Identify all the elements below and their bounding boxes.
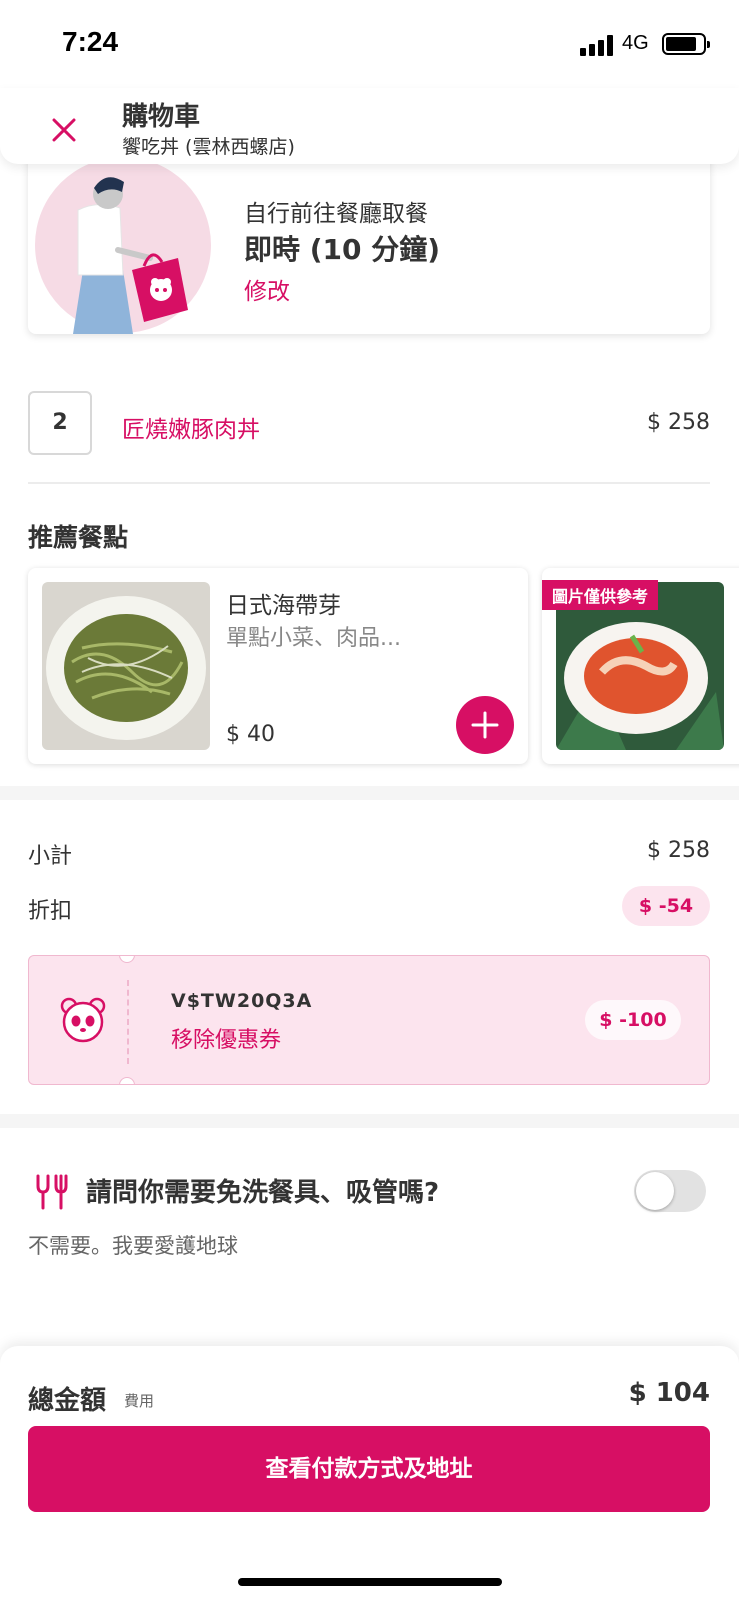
header: 購物車 饗吃丼 (雲林西螺店) [0,88,739,164]
fee-link[interactable]: 費用 [124,1390,154,1411]
recommended-item-description: 單點小菜、肉品... [226,626,401,651]
pickup-card: 自行前往餐廳取餐 即時 (10 分鐘) 修改 [28,150,710,334]
total-value: $ 104 [628,1378,710,1408]
panda-icon [60,997,106,1043]
discount-badge: $ -54 [622,886,710,926]
pickup-illustration [35,157,211,334]
cutlery-question: 請問你需要免洗餐具、吸管嗎? [86,1178,440,1208]
page-title: 購物車 [122,102,201,132]
cutlery-toggle[interactable] [634,1170,706,1212]
recommended-item-name: 日式海帶芽 [226,593,341,619]
discount-label: 折扣 [28,899,73,924]
voucher-card: V$TW20Q3A 移除優惠券 $ -100 [28,955,710,1085]
divider [28,482,710,484]
ticket-perforation [127,980,129,1064]
battery-icon [662,33,710,55]
checkout-button[interactable]: 查看付款方式及地址 [28,1426,710,1512]
add-item-button[interactable] [456,696,514,754]
close-button[interactable] [40,108,88,152]
voucher-amount: $ -100 [599,1009,667,1031]
plus-icon [471,711,499,739]
subtotal-label: 小計 [28,844,73,869]
cutlery-answer: 不需要。我要愛護地球 [28,1234,238,1258]
cart-item-name[interactable]: 匠燒嫩豚肉丼 [122,410,260,444]
cart-item-price: $ 258 [647,410,710,435]
cutlery-icon [36,1174,68,1210]
total-label: 總金額 [28,1386,107,1416]
reference-tag: 圖片僅供參考 [542,580,659,610]
edit-pickup-link[interactable]: 修改 [244,272,290,306]
signal-icon [580,32,616,56]
recommended-title: 推薦餐點 [28,523,129,552]
recommended-item-price: $ 40 [226,722,275,747]
subtotal-value: $ 258 [647,838,710,863]
remove-voucher-link[interactable]: 移除優惠券 [171,1022,281,1054]
home-indicator[interactable] [238,1578,502,1586]
quantity-selector[interactable]: 2 [28,391,92,455]
section-divider [0,1114,739,1128]
food-image [42,582,210,750]
status-bar: 7:24 4G [0,0,739,88]
restaurant-name: 饗吃丼 (雲林西螺店) [122,136,295,158]
status-time: 7:24 [62,26,119,57]
pickup-time: 即時 (10 分鐘) [244,233,441,266]
ticket-notch [119,956,135,963]
ticket-notch [119,1077,135,1084]
toggle-knob [636,1172,674,1210]
checkout-footer: 總金額 費用 $ 104 查看付款方式及地址 [0,1346,739,1600]
section-divider [0,786,739,800]
close-icon [52,118,76,142]
voucher-code: V$TW20Q3A [171,990,313,1012]
network-label: 4G [622,32,649,54]
pickup-label: 自行前往餐廳取餐 [244,201,428,227]
recommended-item-card[interactable]: 圖片僅供參考 [542,568,739,764]
recommended-item-card[interactable]: 日式海帶芽 單點小菜、肉品... $ 40 [28,568,528,764]
